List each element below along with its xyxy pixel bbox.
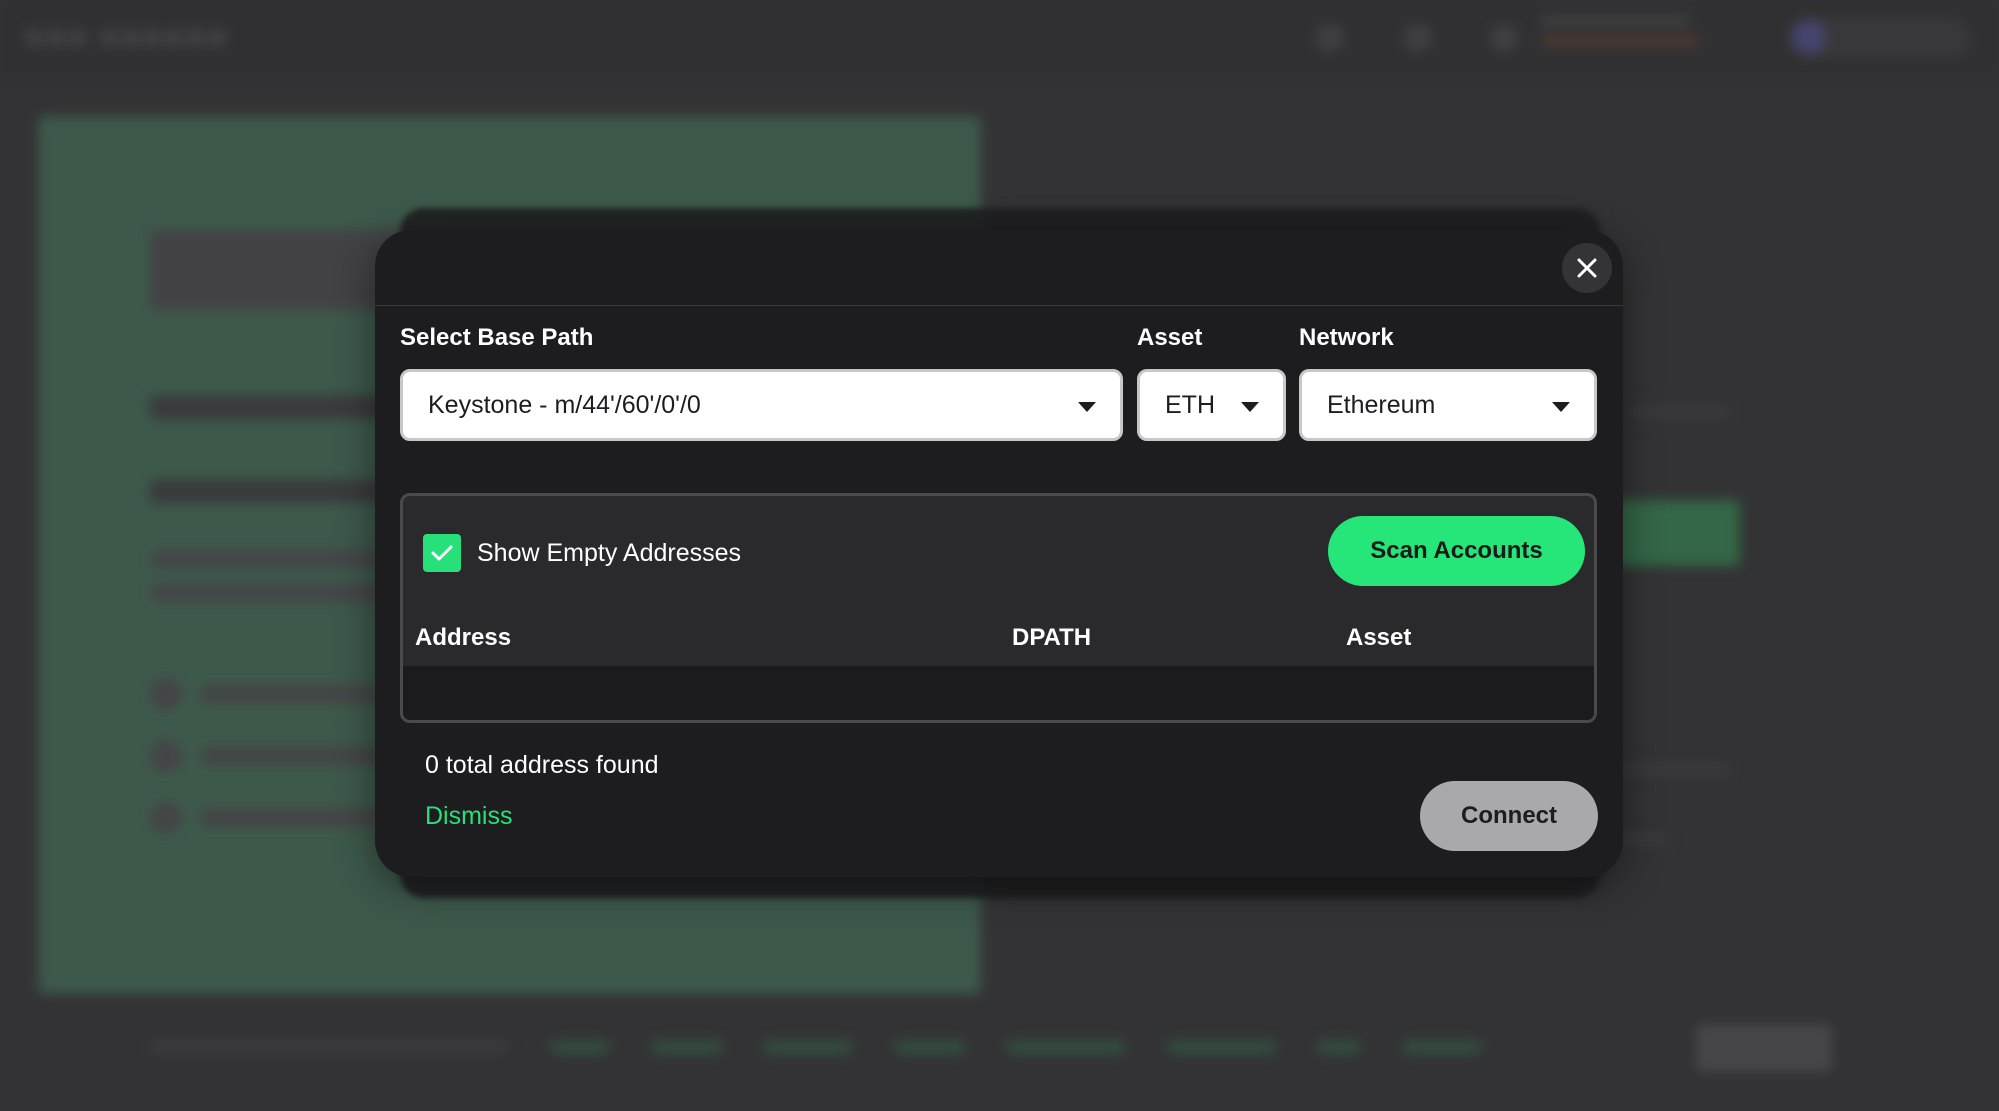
checkmark-icon (431, 545, 453, 561)
column-header-address: Address (415, 624, 512, 651)
base-path-select[interactable]: Keystone - m/44'/60'/0'/0 (400, 369, 1123, 441)
base-path-label: Select Base Path (400, 324, 594, 351)
modal-header (375, 230, 1623, 306)
address-table-panel: Show Empty Addresses Scan Accounts Addre… (400, 493, 1597, 723)
asset-value: ETH (1165, 390, 1215, 419)
close-icon (1577, 258, 1597, 278)
close-button[interactable] (1562, 243, 1612, 293)
address-table-body (403, 666, 1594, 720)
network-value: Ethereum (1327, 390, 1436, 419)
chevron-down-icon (1552, 402, 1570, 412)
dismiss-link[interactable]: Dismiss (425, 802, 513, 831)
base-path-value: Keystone - m/44'/60'/0'/0 (428, 390, 701, 419)
show-empty-label[interactable]: Show Empty Addresses (477, 539, 741, 568)
scan-accounts-button[interactable]: Scan Accounts (1328, 516, 1585, 586)
network-label: Network (1299, 324, 1394, 351)
show-empty-checkbox[interactable] (423, 534, 461, 572)
asset-select[interactable]: ETH (1137, 369, 1286, 441)
chevron-down-icon (1241, 402, 1259, 412)
column-header-dpath: DPATH (1012, 624, 1092, 651)
asset-label: Asset (1137, 324, 1203, 351)
connect-button[interactable]: Connect (1420, 781, 1598, 851)
chevron-down-icon (1078, 402, 1096, 412)
column-header-asset: Asset (1346, 624, 1412, 651)
address-count-text: 0 total address found (425, 751, 659, 779)
network-select[interactable]: Ethereum (1299, 369, 1597, 441)
connect-wallet-modal: Select Base Path Keystone - m/44'/60'/0'… (375, 230, 1623, 877)
